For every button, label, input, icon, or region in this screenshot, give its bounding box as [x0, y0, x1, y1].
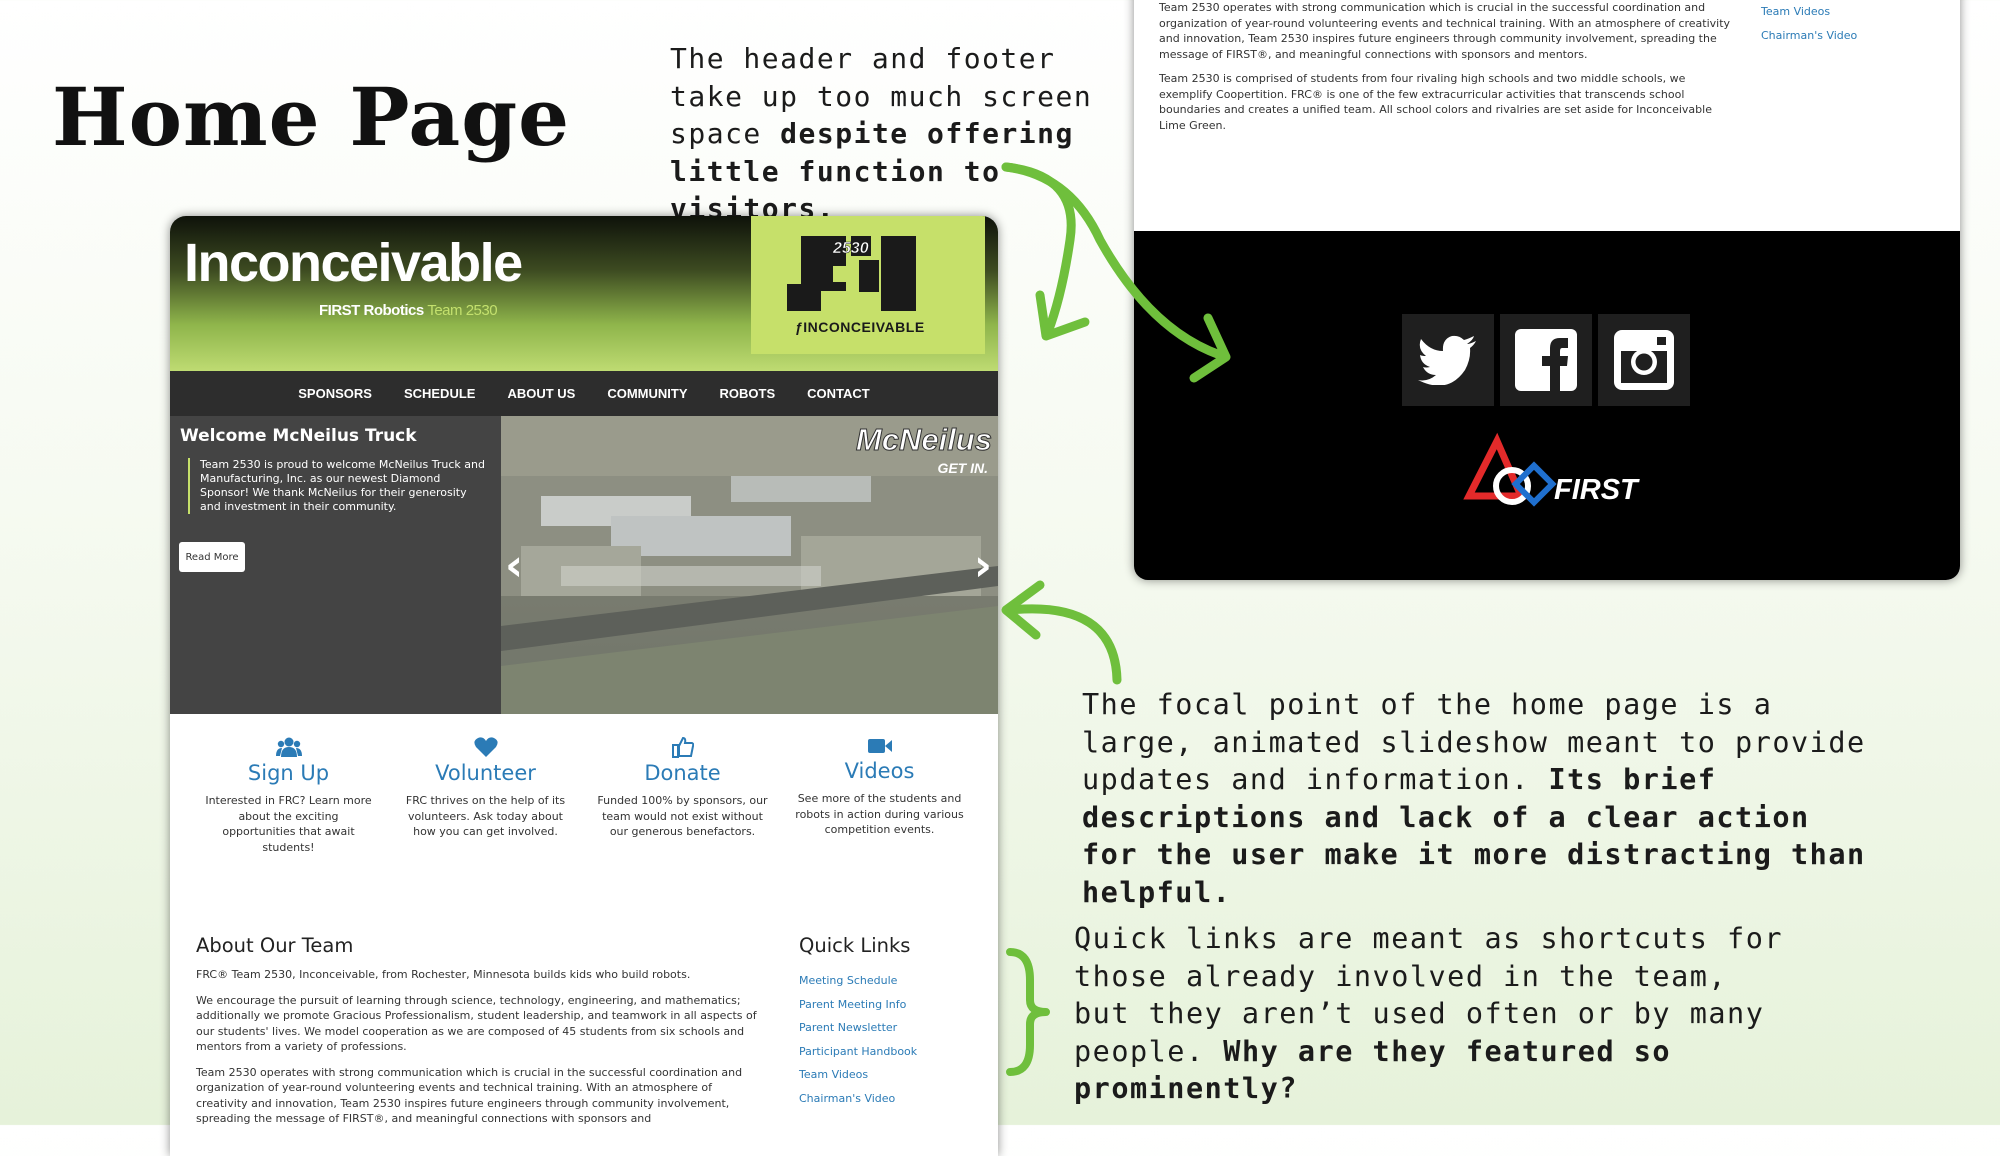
quick-link-chairmans-video[interactable]: Chairman's Video [1761, 24, 1857, 48]
about-paragraph: We encourage the pursuit of learning thr… [196, 993, 757, 1054]
feature-desc: See more of the students and robots in a… [795, 792, 964, 836]
feature-donate[interactable]: Donate Funded 100% by sponsors, our team… [584, 736, 781, 886]
note-header-footer: The header and footer take up too much s… [670, 42, 1093, 225]
slide-title: Home Page [52, 70, 571, 164]
aerial-photo [501, 416, 998, 714]
sponsor-logo: McNeilus [855, 422, 992, 458]
arrow-to-slideshow-head [1001, 580, 1045, 640]
quick-link-team-videos[interactable]: Team Videos [1761, 0, 1857, 24]
slideshow-image: McNeilus GET IN. ‹ › [501, 416, 998, 714]
main-nav: SPONSORS SCHEDULE ABOUT US COMMUNITY ROB… [170, 371, 998, 416]
facebook-icon[interactable] [1500, 314, 1592, 406]
about-paragraph: Team 2530 is comprised of students from … [1159, 72, 1712, 132]
read-more-button[interactable]: Read More [179, 542, 245, 572]
about-heading: About Our Team [196, 934, 354, 957]
first-logo-mark [1463, 432, 1557, 507]
brand-name[interactable]: Inconceivable [184, 232, 523, 294]
feature-videos[interactable]: Videos See more of the students and robo… [781, 736, 978, 886]
note-quick-links: Quick links are meant as shortcuts for t… [1074, 922, 1784, 1105]
thumbs-up-icon [671, 736, 694, 758]
brand-tagline: FIRST Robotics Team 2530 [319, 302, 498, 319]
feature-sign-up[interactable]: Sign Up Interested in FRC? Learn more ab… [190, 736, 387, 886]
about-paragraph: Team 2530 operates with strong communica… [1159, 1, 1731, 61]
about-paragraph: FRC® Team 2530, Inconceivable, from Roch… [196, 968, 691, 981]
sponsor-slogan: GET IN. [937, 460, 988, 476]
feature-title[interactable]: Videos [793, 759, 966, 783]
logo-number: 2530 [833, 240, 869, 258]
nav-sponsors[interactable]: SPONSORS [298, 386, 372, 401]
feature-title[interactable]: Donate [596, 761, 769, 785]
heart-icon [473, 737, 498, 757]
note-slideshow: The focal point of the home page is a la… [1082, 688, 1866, 909]
nav-community[interactable]: COMMUNITY [607, 386, 687, 401]
instagram-icon[interactable] [1598, 314, 1690, 406]
quick-link-chairmans-video[interactable]: Chairman's Video [799, 1087, 979, 1111]
quick-link-parent-meeting-info[interactable]: Parent Meeting Info [799, 993, 979, 1017]
feature-title[interactable]: Volunteer [399, 761, 572, 785]
quick-link-team-videos[interactable]: Team Videos [799, 1063, 979, 1087]
quick-link-meeting-schedule[interactable]: Meeting Schedule [799, 969, 979, 993]
quick-links-continued: Team Videos Chairman's Video [1761, 0, 1857, 47]
twitter-icon[interactable] [1402, 314, 1494, 406]
users-icon [275, 737, 302, 757]
feature-desc: Interested in FRC? Learn more about the … [205, 794, 372, 854]
slide-heading: Welcome McNeilus Truck [180, 426, 417, 446]
about-continued: Team 2530 operates with strong communica… [1159, 0, 1733, 142]
arrow-to-slideshow [1005, 604, 1122, 685]
site-header: Inconceivable FIRST Robotics Team 2530 2… [170, 216, 998, 371]
about-section: About Our Team FRC® Team 2530, Inconceiv… [196, 934, 766, 1137]
feature-row: Sign Up Interested in FRC? Learn more ab… [170, 736, 998, 886]
quick-links: Quick Links Meeting Schedule Parent Meet… [799, 934, 979, 1110]
about-paragraph: Team 2530 operates with strong communica… [196, 1065, 743, 1126]
quick-links-heading: Quick Links [799, 934, 911, 957]
slideshow-caption: Welcome McNeilus Truck Team 2530 is prou… [170, 416, 501, 714]
chevron-left-icon[interactable]: ‹ [505, 540, 523, 591]
slide-description: Team 2530 is proud to welcome McNeilus T… [188, 458, 490, 514]
nav-contact[interactable]: CONTACT [807, 386, 870, 401]
video-camera-icon [867, 739, 892, 753]
quick-link-parent-newsletter[interactable]: Parent Newsletter [799, 1016, 979, 1040]
team-logo[interactable]: 2530 ƒINCONCEIVABLE [751, 216, 985, 354]
nav-schedule[interactable]: SCHEDULE [404, 386, 476, 401]
feature-volunteer[interactable]: Volunteer FRC thrives on the help of its… [387, 736, 584, 886]
logo-word: ƒINCONCEIVABLE [795, 319, 925, 335]
nav-robots[interactable]: ROBOTS [720, 386, 776, 401]
footer-screenshot: Team 2530 operates with strong communica… [1134, 0, 1960, 580]
chevron-right-icon[interactable]: › [974, 540, 992, 591]
first-logo-text: FIRST [1554, 474, 1638, 506]
nav-about-us[interactable]: ABOUT US [507, 386, 575, 401]
feature-title[interactable]: Sign Up [202, 761, 375, 785]
brace-quick-links [1006, 948, 1050, 1076]
arrow-to-header-head [1035, 290, 1090, 341]
homepage-screenshot: Inconceivable FIRST Robotics Team 2530 2… [170, 216, 998, 1156]
feature-desc: FRC thrives on the help of its volunteer… [405, 794, 566, 838]
quick-link-participant-handbook[interactable]: Participant Handbook [799, 1040, 979, 1064]
feature-desc: Funded 100% by sponsors, our team would … [597, 794, 768, 838]
site-footer: FIRST [1134, 231, 1960, 580]
